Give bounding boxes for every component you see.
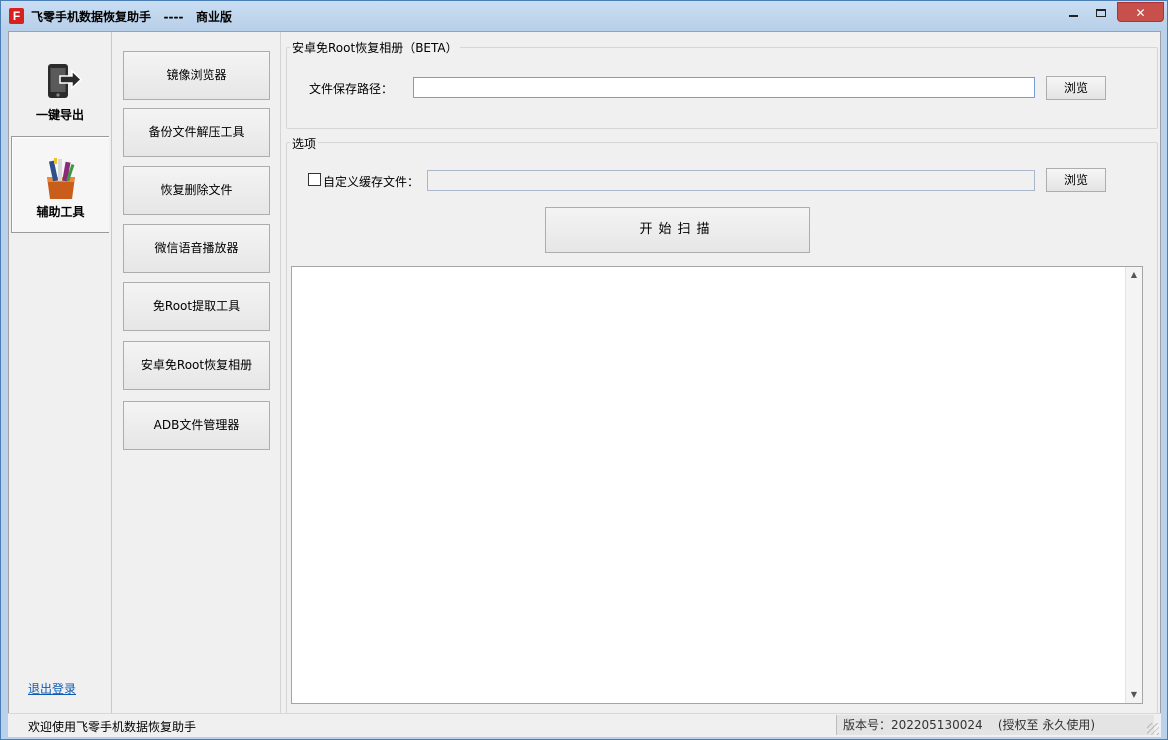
custom-cache-checkbox[interactable] [308,173,321,186]
nav-item-export[interactable]: 一键导出 [11,38,109,135]
client-area: 一键导出 辅助工具 退出登录 镜像浏览器 备份文件解压工具 恢复删除文件 微信语… [8,31,1161,715]
scroll-down-icon[interactable]: ▼ [1126,687,1142,703]
android-album-recover-button[interactable]: 安卓免Root恢复相册 [123,341,270,390]
window-title: 飞零手机数据恢复助手 ---- 商业版 [31,10,232,24]
left-nav: 一键导出 辅助工具 退出登录 [9,32,112,714]
browse-cache-button[interactable]: 浏览 [1046,168,1106,192]
status-bar: 欢迎使用飞零手机数据恢复助手 版本号：202205130024 (授权至 永久使… [8,713,1161,737]
app-logo-icon: F [9,8,24,24]
browse-save-path-button[interactable]: 浏览 [1046,76,1106,100]
minimize-icon [1068,14,1078,17]
save-path-label: 文件保存路径： [309,82,394,96]
maximize-button[interactable] [1087,2,1114,22]
recover-deleted-button[interactable]: 恢复删除文件 [123,166,270,215]
wechat-voice-player-button[interactable]: 微信语音播放器 [123,224,270,273]
group-title-album: 安卓免Root恢复相册（BETA） [290,39,460,56]
save-path-input[interactable] [413,77,1035,98]
toolbox-icon [46,158,75,199]
nav-item-tools[interactable]: 辅助工具 [11,136,109,233]
log-scrollbar[interactable]: ▲ ▼ [1125,267,1142,703]
nav-label-tools: 辅助工具 [36,205,85,219]
custom-cache-label: 自定义缓存文件： [323,175,420,189]
resize-grip-icon[interactable] [1147,723,1159,735]
status-welcome: 欢迎使用飞零手机数据恢复助手 [28,720,197,734]
logout-link[interactable]: 退出登录 [28,680,76,697]
adb-file-manager-button[interactable]: ADB文件管理器 [123,401,270,450]
nav-label-export: 一键导出 [35,108,84,122]
mirror-browser-button[interactable]: 镜像浏览器 [123,51,270,100]
maximize-icon [1095,8,1106,17]
close-button[interactable]: ✕ [1117,2,1164,22]
scroll-up-icon[interactable]: ▲ [1126,267,1142,283]
main-panel: 安卓免Root恢复相册（BETA） 文件保存路径： 浏览 选项 自定义缓存文件：… [282,32,1160,714]
phone-export-icon [48,64,83,98]
app-window: F 飞零手机数据恢复助手 ---- 商业版 ✕ 一键导出 辅助工具 退出登录 镜… [0,0,1168,740]
custom-cache-input[interactable] [427,170,1035,191]
status-version: 版本号：202205130024 (授权至 永久使用) [836,715,1154,735]
group-title-options: 选项 [290,135,319,152]
noroot-extract-button[interactable]: 免Root提取工具 [123,282,270,331]
start-scan-button[interactable]: 开始扫描 [545,207,810,253]
title-bar[interactable]: F 飞零手机数据恢复助手 ---- 商业版 ✕ [1,1,1167,31]
log-output[interactable]: ▲ ▼ [291,266,1143,704]
minimize-button[interactable] [1059,2,1087,22]
backup-extract-button[interactable]: 备份文件解压工具 [123,108,270,157]
tool-list: 镜像浏览器 备份文件解压工具 恢复删除文件 微信语音播放器 免Root提取工具 … [113,32,281,714]
